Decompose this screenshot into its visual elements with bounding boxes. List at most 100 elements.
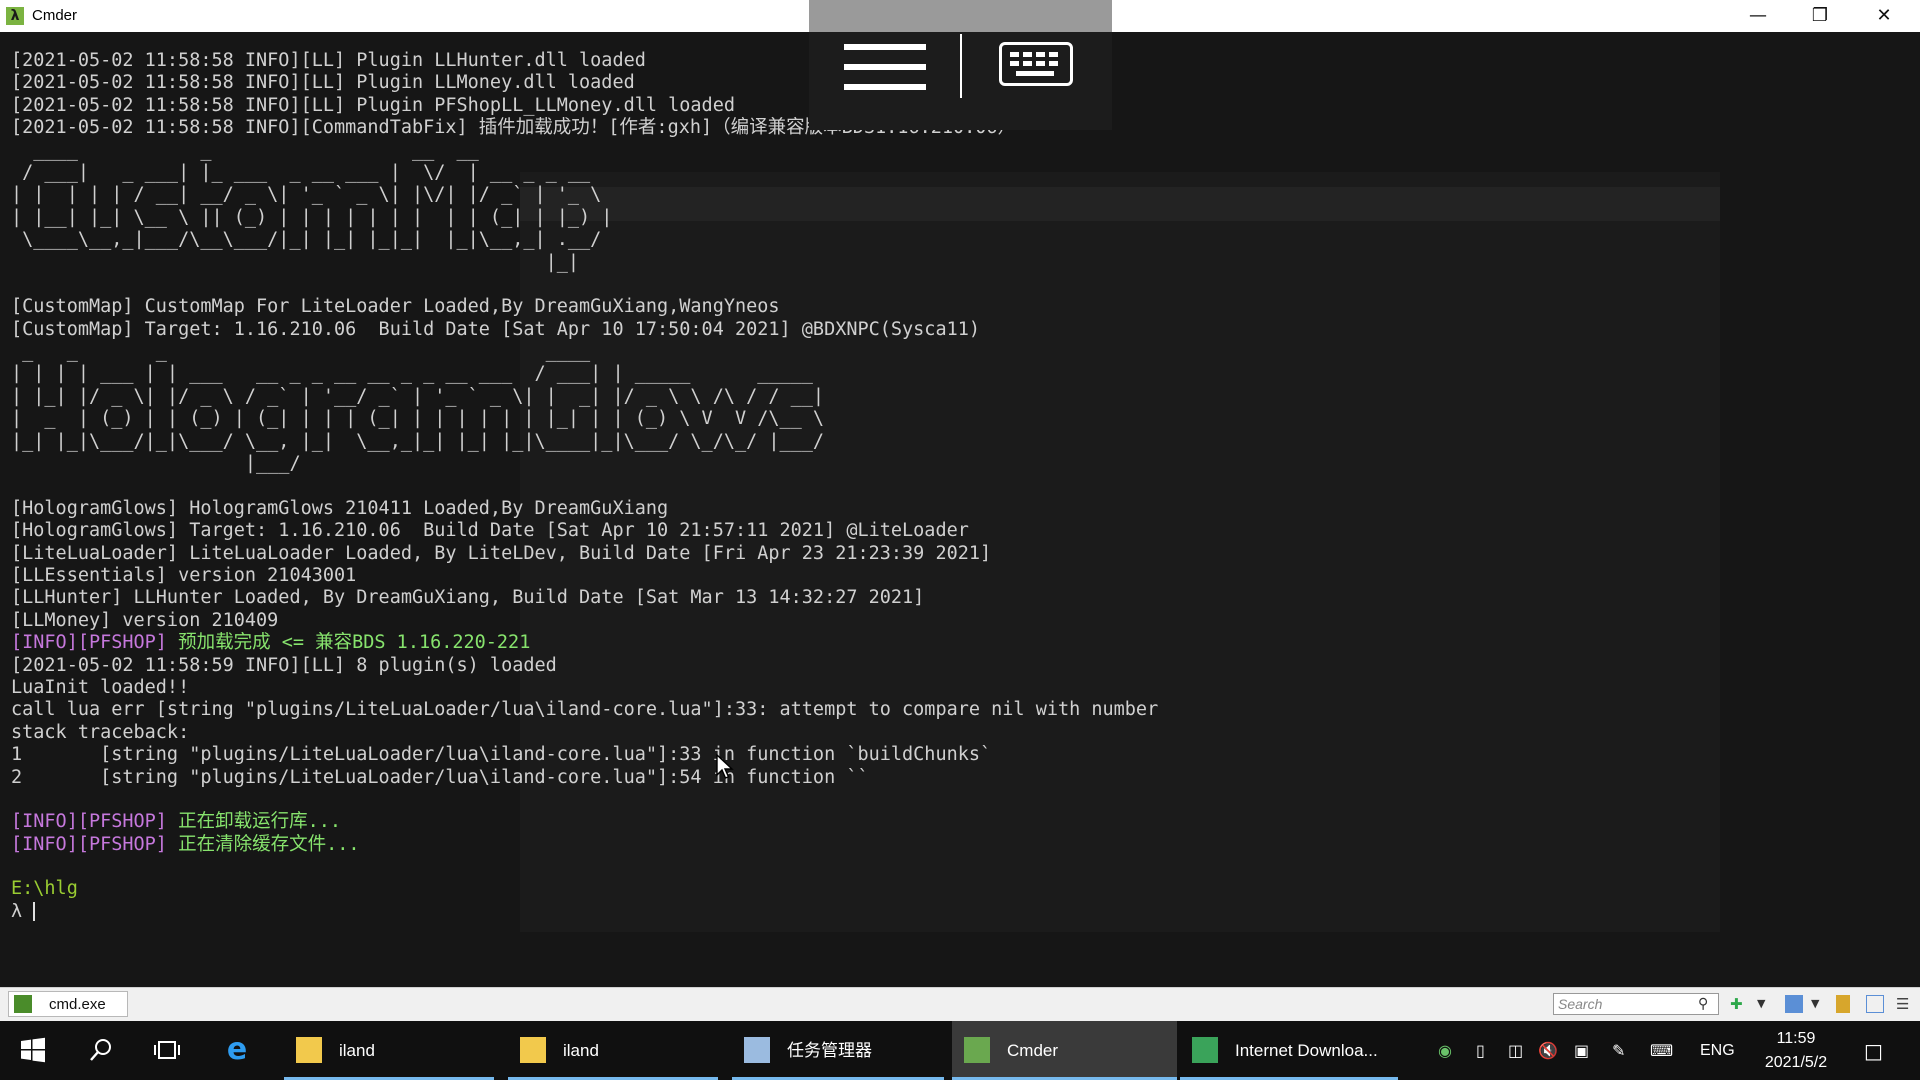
console-line: [2021-05-02 11:58:59 INFO][LL] 8 plugin(… xyxy=(11,654,557,676)
mouse-cursor-icon xyxy=(716,754,734,779)
taskbar-app-label: Internet Downloa... xyxy=(1235,1041,1378,1060)
remote-overlay-toolbar xyxy=(809,0,1112,130)
clock-time[interactable]: 11:59 xyxy=(1748,1029,1844,1049)
log-message: 预加载完成 <= 兼容BDS 1.16.220-221 xyxy=(166,632,531,654)
console-line: call lua err [string "plugins/LiteLuaLoa… xyxy=(11,699,1159,721)
toggle-panel-icon[interactable] xyxy=(1866,995,1884,1013)
cmder-statusbar: cmd.exe Search ⚲ ✚ ▼ ▼ ☰ xyxy=(0,987,1920,1021)
console-line: 1 [string "plugins/LiteLuaLoader/lua\ila… xyxy=(11,744,992,766)
console-line: [INFO][PFSHOP] 正在清除缓存文件... xyxy=(11,834,1158,856)
lock-icon[interactable] xyxy=(1836,995,1850,1013)
taskbar-app-label: 任务管理器 xyxy=(787,1041,872,1060)
prompt-path: E:\hlg xyxy=(11,878,78,900)
windows-start-icon[interactable] xyxy=(18,1035,48,1065)
console-line: \____\__,_|___/\__\___/|_| |_| |_|_| |_|… xyxy=(11,229,602,251)
console-line: [LLMoney] version 210409 xyxy=(11,609,279,631)
volume-muted-icon[interactable]: 🔇 xyxy=(1538,1041,1558,1061)
overlay-divider xyxy=(960,34,962,98)
search-icon[interactable]: ⚲ xyxy=(1698,995,1708,1013)
usb-icon[interactable]: ◫ xyxy=(1508,1041,1523,1061)
taskbar-app-label: iland xyxy=(339,1041,375,1060)
console-line: | | | | ___ | | ___ __ _ _ __ __ _ _ __ … xyxy=(11,363,813,385)
split-view-icon[interactable] xyxy=(1785,995,1803,1013)
pen-icon[interactable]: ✎ xyxy=(1612,1041,1625,1061)
minimize-icon[interactable]: — xyxy=(1728,0,1788,32)
cmder-icon xyxy=(964,1037,990,1063)
internet-explorer-icon[interactable]: e xyxy=(222,1035,252,1065)
search-input[interactable]: Search xyxy=(1553,993,1719,1015)
console-line: [HologramGlows] Target: 1.16.210.06 Buil… xyxy=(11,520,969,542)
console-line: E:\hlg xyxy=(11,878,1158,900)
console-line: | |__| |_| \__ \ || (_) | | | | | | | | … xyxy=(11,206,613,228)
console-line: [INFO][PFSHOP] 正在卸载运行库... xyxy=(11,811,1158,833)
overlay-handle[interactable] xyxy=(809,0,1112,32)
taskbar-app-3[interactable]: 任务管理器 xyxy=(732,1021,944,1080)
console-output[interactable]: [2021-05-02 11:58:58 INFO][LL] Plugin LL… xyxy=(0,32,1920,987)
taskbar-app-label: iland xyxy=(563,1041,599,1060)
console-tab[interactable]: cmd.exe xyxy=(8,991,128,1017)
taskbar-app-4[interactable]: Cmder xyxy=(952,1021,1177,1080)
search-icon[interactable] xyxy=(86,1035,116,1065)
tablet-icon[interactable]: ▯ xyxy=(1476,1041,1485,1061)
task-view-icon[interactable] xyxy=(152,1035,182,1065)
folder-icon xyxy=(296,1037,322,1063)
console-line: / ___| _ ___| |_ ___ _ __ ___ | \/ | __ … xyxy=(11,161,591,183)
console-line: [LLHunter] LLHunter Loaded, By DreamGuXi… xyxy=(11,587,925,609)
log-message: 正在清除缓存文件... xyxy=(166,833,360,855)
console-line: |_| xyxy=(11,251,580,273)
task-manager-icon xyxy=(744,1037,770,1063)
taskbar-app-1[interactable]: iland xyxy=(284,1021,494,1080)
log-tag: [INFO][PFSHOP] xyxy=(11,632,167,654)
keyboard-icon[interactable]: ⌨ xyxy=(1650,1041,1673,1061)
taskbar-app-2[interactable]: iland xyxy=(508,1021,718,1080)
console-line: _ _ _ ____ xyxy=(11,341,591,363)
console-line: [CustomMap] Target: 1.16.210.06 Build Da… xyxy=(11,318,981,340)
console-lines: [2021-05-02 11:58:58 INFO][LL] Plugin LL… xyxy=(11,50,1158,923)
dropdown-arrow-icon[interactable]: ▼ xyxy=(1757,995,1765,1013)
window-title: Cmder xyxy=(32,7,78,24)
keyboard-icon[interactable] xyxy=(999,42,1073,86)
folder-icon xyxy=(520,1037,546,1063)
taskbar-app-5[interactable]: Internet Downloa... xyxy=(1180,1021,1398,1080)
add-console-icon[interactable]: ✚ xyxy=(1730,995,1743,1013)
log-tag: [INFO][PFSHOP] xyxy=(11,811,167,833)
clock-date[interactable]: 2021/5/2 xyxy=(1748,1053,1844,1073)
console-tab-label: cmd.exe xyxy=(49,996,106,1013)
taskbar-app-label: Cmder xyxy=(1007,1041,1059,1060)
lambda-icon: λ xyxy=(6,7,24,25)
console-line: [LLEssentials] version 21043001 xyxy=(11,564,357,586)
console-line: | | | | | / __| __/ _ \| '_ ` _ \| |\/| … xyxy=(11,184,602,206)
console-line: [LiteLuaLoader] LiteLuaLoader Loaded, By… xyxy=(11,542,992,564)
hamburger-menu-icon[interactable] xyxy=(844,42,926,92)
cmder-icon xyxy=(14,995,32,1013)
console-line: stack traceback: xyxy=(11,721,190,743)
dropdown-arrow-icon[interactable]: ▼ xyxy=(1811,995,1819,1013)
text-caret xyxy=(33,902,36,922)
network-icon[interactable]: ▣ xyxy=(1574,1041,1589,1061)
console-line: [HologramGlows] HologramGlows 210411 Loa… xyxy=(11,497,669,519)
notification-icon[interactable]: □ xyxy=(1864,1041,1883,1061)
network-globe-icon[interactable]: ◉ xyxy=(1438,1041,1452,1061)
close-icon[interactable]: ✕ xyxy=(1854,0,1914,32)
console-line: | |_| |/ _ \| |/ _ \ / _` | '__/ _` | '_… xyxy=(11,385,825,407)
log-tag: [INFO][PFSHOP] xyxy=(11,833,167,855)
console-line: |___/ xyxy=(11,453,301,475)
log-message: 正在卸载运行库... xyxy=(166,811,341,833)
language-indicator[interactable]: ENG xyxy=(1700,1041,1735,1061)
console-line: LuaInit loaded!! xyxy=(11,676,190,698)
console-line: ____ _ __ __ xyxy=(11,139,479,161)
restore-icon[interactable]: ❐ xyxy=(1790,0,1850,32)
console-line: λ xyxy=(11,901,1158,923)
menu-icon[interactable]: ☰ xyxy=(1896,995,1909,1013)
internet-download-manager-icon xyxy=(1192,1037,1218,1063)
console-line: |_| |_|\___/|_|\___/ \__, |_| \__,_|_| |… xyxy=(11,430,825,452)
prompt-symbol: λ xyxy=(11,900,34,922)
console-line: [INFO][PFSHOP] 预加载完成 <= 兼容BDS 1.16.220-2… xyxy=(11,632,1158,654)
console-line: | _ | (_) | | (_) | (_| | | | (_| | | | … xyxy=(11,408,825,430)
windows-taskbar: e iland iland 任务管理器 Cmder Internet Downloa..… xyxy=(0,1021,1920,1080)
console-line: 2 [string "plugins/LiteLuaLoader/lua\ila… xyxy=(11,766,869,788)
